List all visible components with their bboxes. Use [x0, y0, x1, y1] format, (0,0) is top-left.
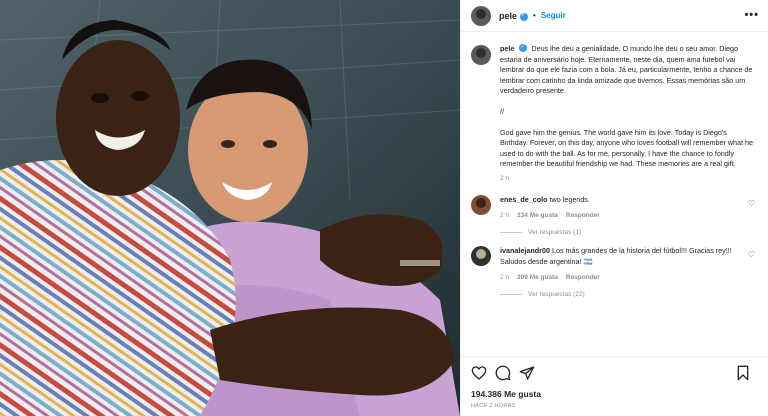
comment-item: ivanalejandr00 Los más grandes de la his…	[471, 246, 755, 298]
author-avatar[interactable]	[471, 5, 491, 26]
replies-divider	[500, 294, 522, 296]
post-time-ago[interactable]: HACE 2 HORAS	[471, 403, 759, 409]
likes-count[interactable]: 194.386 Me gusta	[471, 389, 759, 399]
caption-time[interactable]: 2 h	[500, 174, 755, 185]
verified-badge-icon	[520, 11, 529, 21]
comment-like-heart-icon[interactable]: ♡	[748, 250, 755, 259]
author-username[interactable]: pele	[499, 11, 517, 21]
header-separator: •	[533, 11, 536, 20]
comment-time[interactable]: 2 h	[500, 274, 509, 281]
view-replies-button[interactable]: Ver respuestas (22)	[500, 291, 740, 298]
bookmark-icon[interactable]	[735, 365, 751, 381]
comment-time[interactable]: 2 h	[500, 212, 509, 219]
caption-text-pt: Deus lhe deu a genialidade. O mundo lhe …	[500, 44, 753, 96]
reply-button[interactable]: Responder	[566, 274, 600, 281]
more-options-icon[interactable]: •••	[744, 9, 759, 21]
caption-username[interactable]: pele	[500, 44, 514, 53]
caption: pele Deus lhe deu a genialidade. O mundo…	[471, 42, 755, 185]
commenter-username[interactable]: ivanalejandr00	[500, 246, 550, 255]
comment-likes[interactable]: 234 Me gusta	[517, 212, 558, 219]
post-actions: 194.386 Me gusta HACE 2 HORAS	[461, 356, 768, 416]
view-replies-label: Ver respuestas (22)	[528, 291, 585, 299]
view-replies-label: Ver respuestas (1)	[528, 229, 582, 237]
post-details-panel: pele • Seguir ••• pele Deus lhe deu a ge…	[460, 0, 768, 416]
commenter-username[interactable]: enes_de_colo	[500, 195, 548, 204]
comments-section[interactable]: pele Deus lhe deu a genialidade. O mundo…	[461, 33, 768, 353]
comment-icon[interactable]	[495, 365, 511, 381]
view-replies-button[interactable]: Ver respuestas (1)	[500, 229, 740, 236]
post-photo[interactable]	[0, 0, 460, 416]
photo-illustration	[0, 0, 460, 416]
caption-text-en: God gave him the genius. The world gave …	[500, 127, 754, 169]
share-icon[interactable]	[519, 365, 535, 381]
caption-divider: //	[500, 106, 504, 116]
reply-button[interactable]: Responder	[566, 212, 600, 219]
commenter-avatar[interactable]	[471, 194, 491, 215]
commenter-avatar[interactable]	[471, 246, 491, 267]
heart-icon[interactable]	[471, 365, 487, 381]
caption-avatar[interactable]	[471, 45, 491, 65]
replies-divider	[500, 232, 522, 234]
verified-badge-icon	[519, 42, 528, 53]
post-header: pele • Seguir •••	[461, 0, 768, 32]
comment-item: enes_de_colo two legends. 2 h 234 Me gus…	[471, 194, 755, 236]
comment-like-heart-icon[interactable]: ♡	[748, 199, 755, 208]
comment-text: two legends.	[549, 194, 590, 204]
follow-button[interactable]: Seguir	[541, 11, 566, 20]
comment-likes[interactable]: 309 Me gusta	[517, 274, 558, 281]
